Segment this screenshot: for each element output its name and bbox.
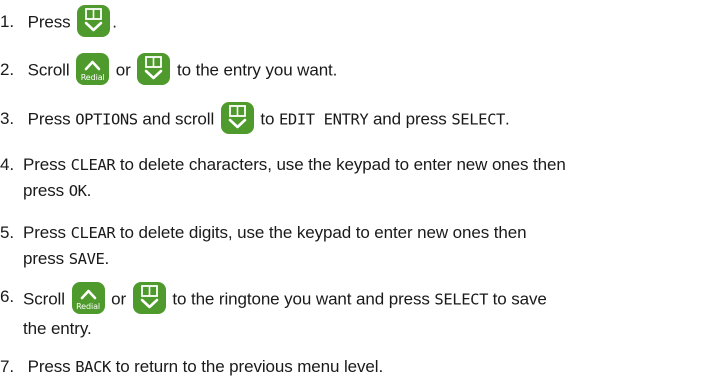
redial-label: Redial: [76, 302, 101, 311]
step-text: or: [115, 60, 131, 80]
command-select: SELECT: [434, 290, 488, 309]
step-3: 3. Press OPTIONS and scroll to EDIT ENTR…: [0, 102, 700, 136]
step-number: 1.: [0, 12, 14, 32]
command-edit-entry: EDIT ENTRY: [279, 110, 369, 129]
step-text: Press: [27, 12, 71, 32]
step-text: the entry.: [23, 319, 92, 338]
step-text: and scroll: [142, 109, 215, 129]
step-line: Press CLEAR to delete characters, use th…: [23, 152, 698, 178]
step-number: 4.: [0, 155, 14, 174]
step-text: to delete digits, use the keypad to ente…: [119, 223, 527, 242]
step-text: .: [112, 12, 117, 32]
step-text: Press: [27, 357, 71, 376]
step-number: 2.: [0, 60, 14, 80]
step-5: 5. Press CLEAR to delete digits, use the…: [0, 220, 700, 268]
step-text: press: [23, 249, 65, 268]
step-number: 5.: [0, 223, 14, 242]
step-number: 7.: [0, 357, 14, 376]
step-text: .: [504, 109, 510, 129]
redial-up-icon: Redial: [71, 282, 105, 314]
phonebook-down-icon: [137, 53, 171, 85]
step-text: Press: [27, 109, 71, 129]
step-line: press SAVE.: [23, 246, 698, 272]
command-save: SAVE: [68, 250, 105, 268]
redial-up-icon: Redial: [76, 53, 110, 85]
step-6: 6. Scroll Redial or to the ringtone you …: [0, 282, 700, 338]
step-line: press OK.: [23, 178, 698, 204]
step-text: to save: [492, 289, 547, 309]
step-text: or: [111, 289, 127, 309]
step-line: the entry.: [23, 316, 698, 341]
command-ok: OK: [68, 182, 87, 200]
step-body: Press CLEAR to delete digits, use the ke…: [23, 220, 698, 272]
step-line: Scroll Redial or to the ringtone you wan…: [23, 282, 698, 316]
step-text: to the ringtone you want and press: [172, 289, 430, 309]
command-options: OPTIONS: [75, 110, 138, 129]
command-clear: CLEAR: [70, 224, 116, 242]
step-line: Press CLEAR to delete digits, use the ke…: [23, 220, 698, 246]
step-number: 3.: [0, 109, 14, 129]
phonebook-down-icon: [220, 102, 254, 134]
command-back: BACK: [75, 358, 111, 376]
step-text: Press: [23, 223, 66, 242]
step-text: press: [23, 181, 65, 200]
step-2: 2. Scroll Redial or to the entry you wan…: [0, 53, 700, 87]
step-text: to delete characters, use the keypad to …: [119, 155, 566, 174]
redial-label: Redial: [80, 73, 105, 82]
step-text: Scroll: [23, 289, 65, 309]
step-1: 1. Press .: [0, 5, 700, 39]
command-clear: CLEAR: [70, 156, 116, 174]
step-7: 7. Press BACK to return to the previous …: [0, 354, 700, 380]
step-4: 4. Press CLEAR to delete characters, use…: [0, 152, 700, 200]
step-text: Press: [23, 155, 66, 174]
phonebook-down-icon: [132, 282, 166, 314]
step-text: .: [104, 249, 110, 268]
step-body: Scroll Redial or to the ringtone you wan…: [23, 282, 698, 341]
step-text: and press: [372, 109, 447, 129]
step-text: to the entry you want.: [176, 60, 338, 80]
step-text: Scroll: [27, 60, 70, 80]
step-text: to return to the previous menu level.: [115, 357, 384, 376]
step-body: Press CLEAR to delete characters, use th…: [23, 152, 698, 204]
step-number: 6.: [0, 287, 14, 306]
command-select: SELECT: [451, 110, 505, 129]
step-text: .: [86, 181, 92, 200]
phonebook-down-icon: [77, 5, 111, 37]
step-text: to: [260, 109, 275, 129]
